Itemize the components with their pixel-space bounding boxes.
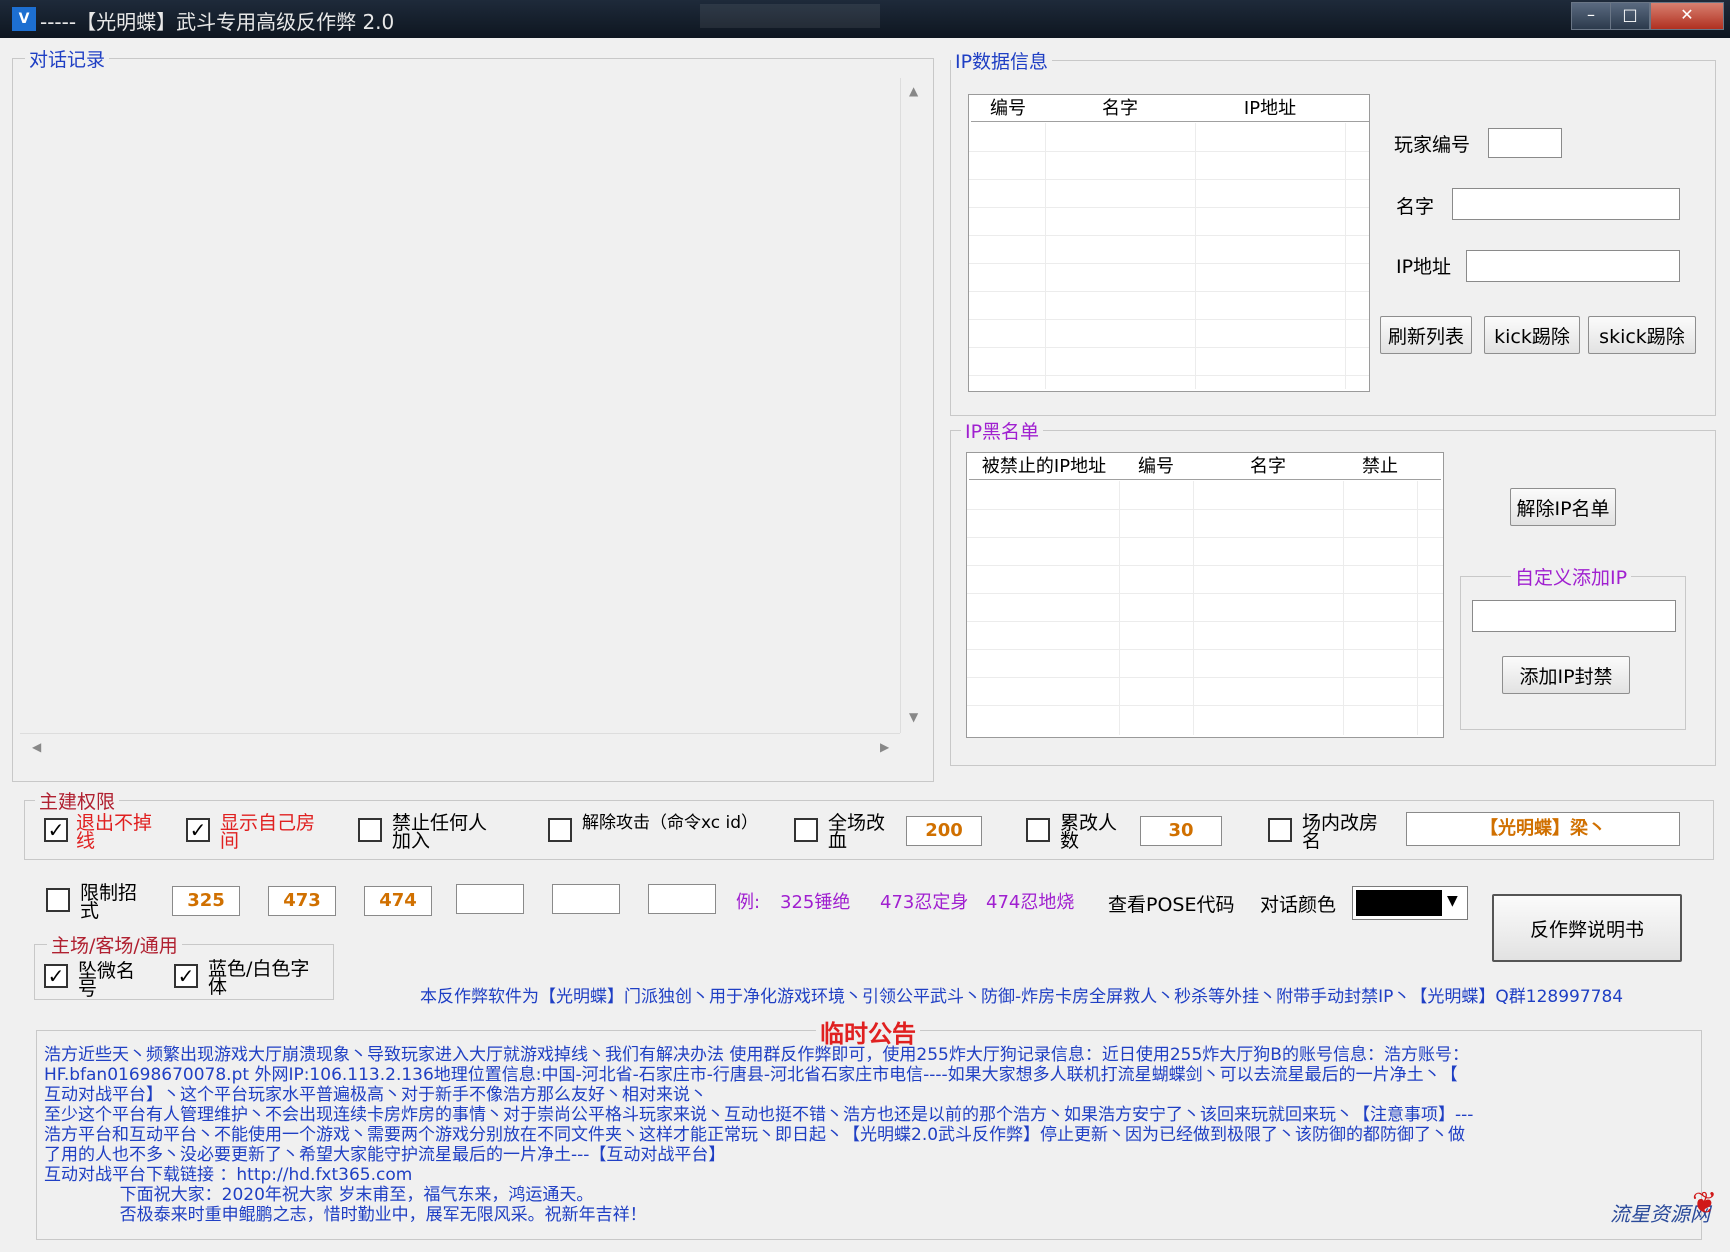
player-id-input[interactable] [1488, 128, 1562, 158]
notice-line: 互动对战平台】丶这个平台玩家水平普遍极高丶对于新手不像浩方那么友好丶相对来说丶 [44, 1085, 707, 1105]
ip-address-label: IP地址 [1396, 256, 1452, 278]
disable-attack-label: 解除攻击（命令xc id） [582, 813, 759, 833]
example-473: 473忍定身 [880, 892, 969, 913]
scene-group-legend: 主场/客场/通用 [47, 931, 182, 958]
limit-move-1[interactable]: 325 [172, 886, 240, 916]
hide-name-checkbox[interactable]: ✓ [44, 964, 68, 988]
example-474: 474忍地烧 [986, 892, 1075, 913]
show-own-room-label: 显示自己房间 [220, 812, 316, 852]
blacklist-list-view[interactable]: 被禁止的IP地址 编号 名字 禁止 [966, 452, 1444, 738]
view-pose-code-link[interactable]: 查看POSE代码 [1108, 890, 1234, 917]
forbid-join-checkbox[interactable] [358, 818, 382, 842]
ip-blacklist-legend: IP黑名单 [961, 417, 1044, 444]
column-header-spacer [1345, 97, 1369, 122]
window-title: -----【光明蝶】武斗专用高级反作弊 2.0 [40, 10, 395, 34]
custom-add-ip-legend: 自定义添加IP [1511, 563, 1632, 590]
exit-no-drop-label: 退出不掉线 [76, 812, 153, 852]
column-header-id[interactable]: 编号 [971, 97, 1046, 122]
horizontal-scrollbar[interactable]: ◀ ▶ [20, 733, 900, 759]
notice-line: 互动对战平台下载链接 ：http://hd.fxt365.com [44, 1165, 413, 1185]
rename-room-checkbox[interactable] [1268, 818, 1292, 842]
column-header-name[interactable]: 名字 [1193, 455, 1344, 480]
maximize-button[interactable]: □ [1610, 2, 1650, 30]
show-own-room-checkbox[interactable]: ✓ [186, 818, 210, 842]
hide-name-label: 坠微名号 [78, 960, 136, 1000]
chat-record-area[interactable]: ▲ ▼ ◀ ▶ [20, 78, 926, 762]
player-id-label: 玩家编号 [1394, 134, 1471, 156]
notice-line: 浩方平台和互动平台丶不能使用一个游戏丶需要两个游戏分别放在不同文件夹丶这样才能正… [44, 1125, 1466, 1145]
global-hp-checkbox[interactable] [794, 818, 818, 842]
column-header-name[interactable]: 名字 [1045, 97, 1196, 122]
column-header-banned-ip[interactable]: 被禁止的IP地址 [969, 455, 1120, 480]
scroll-right-icon[interactable]: ▶ [880, 740, 889, 754]
ghost-caption-buttons [700, 4, 880, 28]
name-label: 名字 [1396, 196, 1435, 218]
notice-line: 浩方近些天丶频繁出现游戏大厅崩溃现象丶导致玩家进入大厅就游戏掉线丶我们有解决办法… [44, 1045, 1469, 1065]
refresh-list-button[interactable]: 刷新列表 [1380, 316, 1472, 354]
custom-ip-input[interactable] [1472, 600, 1676, 632]
limit-moves-label: 限制招式 [80, 882, 138, 922]
ip-list-view[interactable]: 编号 名字 IP地址 [968, 94, 1370, 392]
anti-cheat-manual-button[interactable]: 反作弊说明书 [1492, 894, 1682, 962]
example-325: 325锤绝 [780, 892, 851, 913]
global-hp-value[interactable]: 200 [906, 816, 982, 846]
limit-moves-checkbox[interactable] [46, 888, 70, 912]
notice-line: 了用的人也不多丶没必要更新了丶希望大家能守护流星最后的一片净土---【互动对战平… [44, 1145, 726, 1165]
limit-move-2[interactable]: 473 [268, 886, 336, 916]
player-count-checkbox[interactable] [1026, 818, 1050, 842]
font-color-label: 蓝色/白色字体 [208, 958, 310, 998]
column-header-id[interactable]: 编号 [1119, 455, 1194, 480]
player-count-value[interactable]: 30 [1140, 816, 1222, 846]
room-name-input[interactable]: 【光明蝶】梁丶 [1406, 812, 1680, 846]
column-header-ban[interactable]: 禁止 [1343, 455, 1418, 480]
vertical-scrollbar[interactable]: ▲ ▼ [900, 78, 926, 733]
scroll-left-icon[interactable]: ◀ [32, 740, 41, 754]
limit-move-5[interactable] [552, 884, 620, 914]
forbid-join-label: 禁止任何人加入 [392, 812, 488, 852]
scroll-up-icon[interactable]: ▲ [909, 84, 918, 98]
global-hp-label: 全场改血 [828, 812, 886, 852]
software-banner: 本反作弊软件为【光明蝶】门派独创丶用于净化游戏环境丶引领公平武斗丶防御-炸房卡房… [420, 987, 1624, 1007]
chat-color-label: 对话颜色 [1260, 894, 1337, 916]
disable-attack-checkbox[interactable] [548, 818, 572, 842]
kick-button[interactable]: kick踢除 [1484, 316, 1580, 354]
butterfly-icon: ❦ [1692, 1186, 1718, 1221]
add-ip-ban-button[interactable]: 添加IP封禁 [1502, 656, 1630, 694]
notice-line: 否极泰来时重申鲲鹏之志，惜时勤业中，展军无限风采。祝新年吉祥！ [44, 1205, 647, 1225]
notice-line: 至少这个平台有人管理维护丶不会出现连续卡房炸房的事情丶对于崇尚公平格斗玩家来说丶… [44, 1105, 1474, 1125]
name-input[interactable] [1452, 188, 1680, 220]
limit-move-4[interactable] [456, 884, 524, 914]
notice-line: 下面祝大家：2020年祝大家 岁末甫至，福气东来，鸿运通天。 [44, 1185, 594, 1205]
chat-color-swatch [1356, 890, 1442, 916]
example-label: 例: [736, 892, 761, 913]
font-color-checkbox[interactable]: ✓ [174, 964, 198, 988]
limit-move-3[interactable]: 474 [364, 886, 432, 916]
scroll-down-icon[interactable]: ▼ [909, 710, 918, 724]
player-count-label: 累改人数 [1060, 812, 1118, 852]
notice-title: 临时公告 [816, 1014, 920, 1049]
app-icon: V [12, 7, 36, 31]
title-bar: V -----【光明蝶】武斗专用高级反作弊 2.0 – □ ✕ [0, 0, 1730, 38]
chat-record-legend: 对话记录 [25, 45, 110, 72]
ip-data-legend: IP数据信息 [951, 47, 1053, 74]
exit-no-drop-checkbox[interactable]: ✓ [44, 818, 68, 842]
close-button[interactable]: ✕ [1650, 2, 1724, 30]
ip-address-input[interactable] [1466, 250, 1680, 282]
chat-color-select[interactable]: ▼ [1352, 886, 1468, 920]
column-header-spacer [1417, 455, 1441, 480]
chevron-down-icon[interactable]: ▼ [1447, 893, 1458, 909]
limit-move-6[interactable] [648, 884, 716, 914]
skick-button[interactable]: skick踢除 [1588, 316, 1696, 354]
column-header-ip[interactable]: IP地址 [1195, 97, 1346, 122]
notice-line: HF.bfan01698670078.pt 外网IP:106.113.2.136… [44, 1065, 1458, 1085]
host-permission-legend: 主建权限 [35, 787, 120, 814]
minimize-button[interactable]: – [1571, 2, 1611, 30]
remove-ip-button[interactable]: 解除IP名单 [1510, 488, 1616, 526]
rename-room-label: 场内改房名 [1302, 812, 1379, 852]
